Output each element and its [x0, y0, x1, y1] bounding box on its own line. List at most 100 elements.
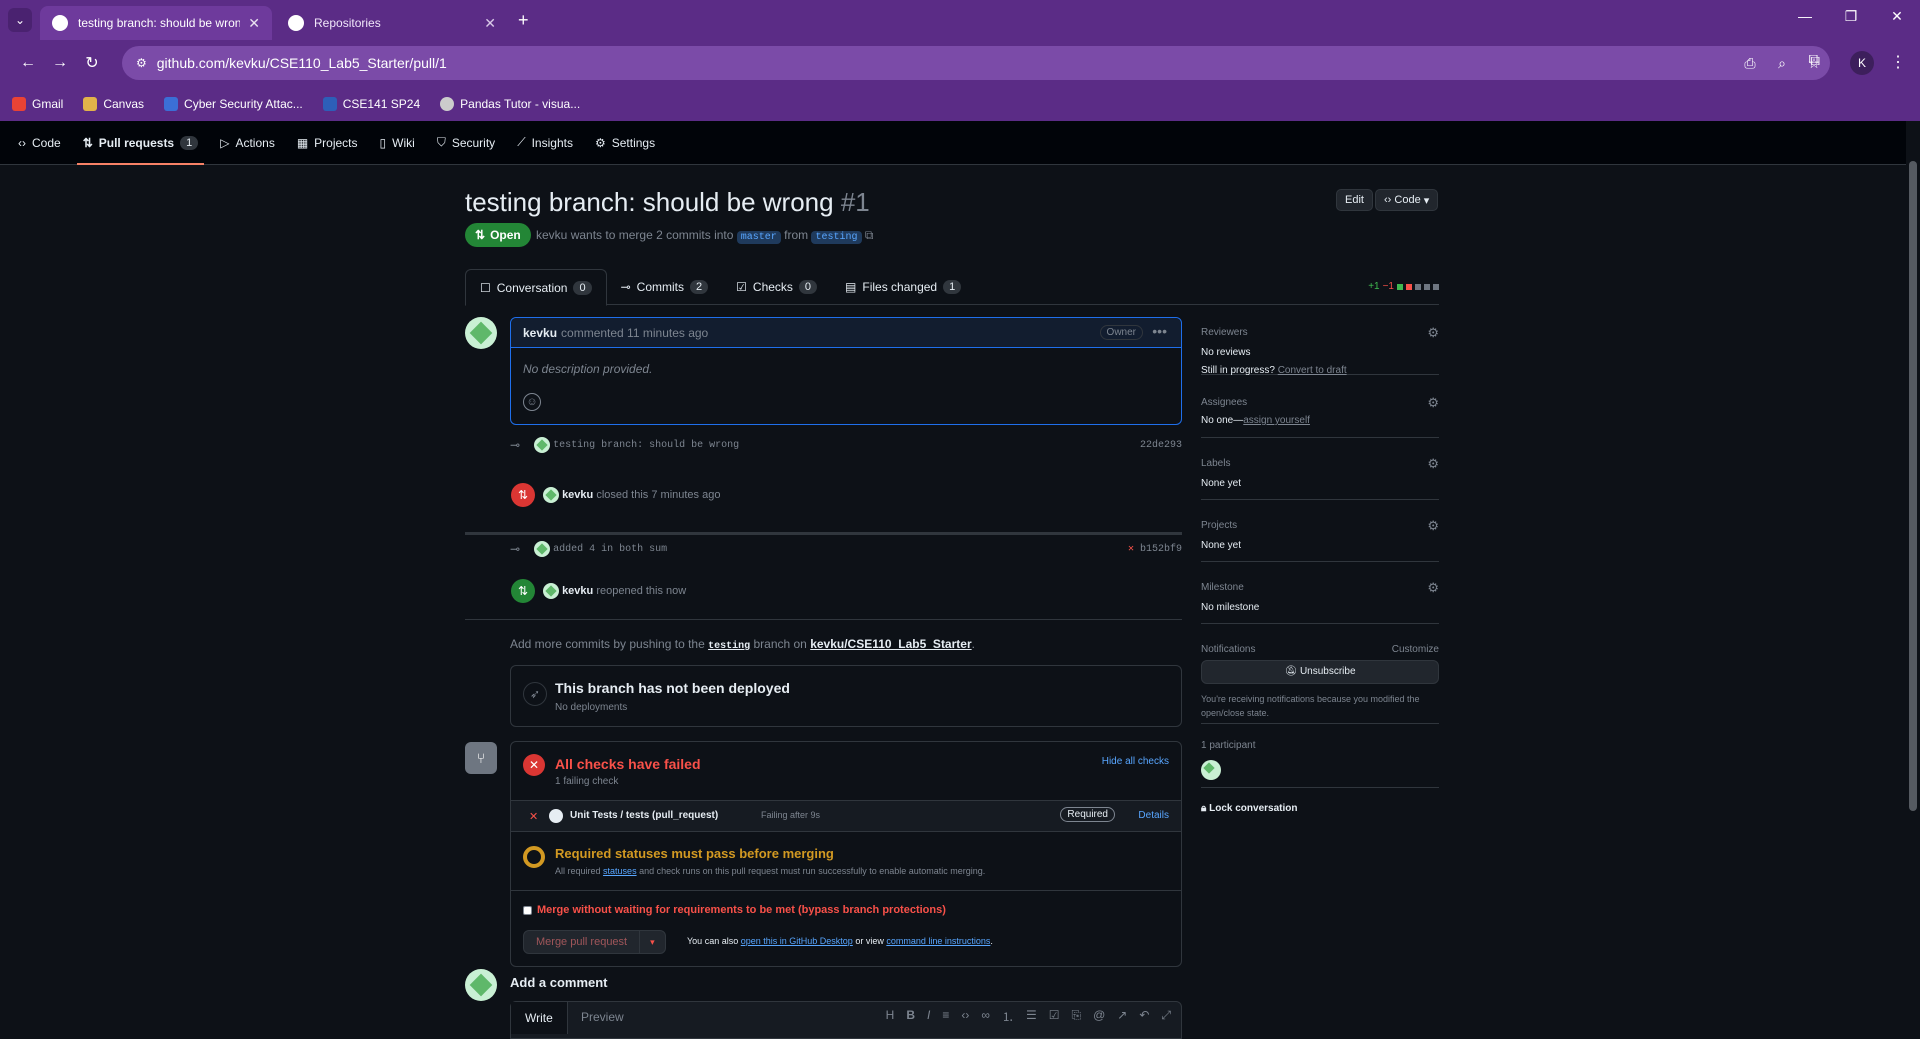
reload-button[interactable]: ↻ [76, 53, 108, 73]
numbered-list-icon[interactable]: ⒈ [1002, 1008, 1014, 1025]
repo-nav-code[interactable]: ‹› Code [18, 121, 61, 165]
x-icon[interactable]: ✕ [1128, 544, 1134, 555]
bookmark-cyber-security[interactable]: Cyber Security Attac... [164, 96, 303, 111]
kebab-icon[interactable]: ••• [1152, 323, 1167, 339]
hint-repo-link[interactable]: kevku/CSE110_Lab5_Starter [810, 637, 971, 651]
sidebar-title[interactable]: Assignees [1201, 397, 1247, 408]
scrollbar-thumb[interactable] [1909, 161, 1917, 811]
customize-link[interactable]: Customize [1392, 644, 1439, 655]
bypass-label[interactable]: Merge without waiting for requirements t… [537, 904, 946, 916]
bookmark-canvas[interactable]: Canvas [83, 96, 144, 111]
address-bar[interactable]: ⚙ github.com/kevku/CSE110_Lab5_Starter/p… [122, 46, 1830, 80]
details-link[interactable]: Details [1138, 810, 1169, 821]
command-line-link[interactable]: command line instructions [886, 936, 990, 946]
browser-tab[interactable]: Repositories ✕ [276, 6, 508, 40]
avatar[interactable] [465, 317, 497, 349]
lock-conversation-button[interactable]: 🔒︎ Lock conversation [1201, 803, 1297, 814]
close-window-button[interactable]: ✕ [1874, 8, 1920, 25]
mention-icon[interactable]: @ [1093, 1008, 1105, 1025]
attach-icon[interactable]: ⎘ [1071, 1008, 1081, 1025]
avatar[interactable] [1201, 760, 1221, 780]
bookmark-cse141[interactable]: CSE141 SP24 [322, 96, 420, 111]
fullscreen-icon[interactable]: ⤢ [1161, 1008, 1171, 1025]
hint-branch[interactable]: testing [708, 641, 750, 652]
site-info-icon[interactable]: ⚙ [136, 56, 147, 70]
comment-author[interactable]: kevku [523, 326, 557, 340]
unsubscribe-button[interactable]: 🔕︎ Unsubscribe [1201, 660, 1439, 684]
browser-tab-active[interactable]: testing branch: should be wrong ✕ [40, 6, 272, 40]
sidebar-title[interactable]: Projects [1201, 520, 1237, 531]
commit-sha[interactable]: 22de293 [1140, 440, 1182, 451]
avatar[interactable] [543, 487, 559, 503]
cross-reference-icon[interactable]: ↗ [1117, 1008, 1127, 1025]
repo-nav-wiki[interactable]: ▯ Wiki [380, 121, 415, 165]
browser-menu-icon[interactable]: ⋮ [1890, 52, 1906, 72]
commit-message[interactable]: testing branch: should be wrong [553, 440, 739, 451]
statuses-link[interactable]: statuses [603, 866, 637, 876]
assign-yourself-link[interactable]: assign yourself [1243, 415, 1310, 426]
heading-icon[interactable]: H [886, 1008, 895, 1025]
avatar[interactable] [465, 969, 497, 1001]
close-icon[interactable]: ✕ [248, 15, 260, 32]
task-list-icon[interactable]: ☑ [1049, 1008, 1060, 1025]
repo-nav-insights[interactable]: ⟋ Insights [517, 121, 573, 165]
bookmark-pandas-tutor[interactable]: Pandas Tutor - visua... [440, 96, 580, 111]
new-tab-button[interactable]: + [518, 10, 529, 31]
hide-checks-button[interactable]: Hide all checks [1102, 756, 1169, 767]
close-icon[interactable]: ✕ [484, 15, 496, 32]
code-button[interactable]: ‹› Code ▾ [1375, 189, 1439, 211]
head-branch[interactable]: testing [811, 231, 862, 244]
smiley-icon[interactable]: ☺ [523, 393, 541, 411]
gear-icon[interactable]: ⚙ [1427, 395, 1439, 411]
tab-conversation[interactable]: ☐ Conversation 0 [465, 269, 607, 306]
gear-icon[interactable]: ⚙ [1427, 456, 1439, 472]
profile-avatar[interactable]: K [1850, 51, 1874, 75]
gear-icon[interactable]: ⚙ [1427, 325, 1439, 341]
gear-icon[interactable]: ⚙ [1427, 580, 1439, 596]
repo-nav-projects[interactable]: ▦ Projects [297, 121, 358, 165]
repo-nav-pull-requests[interactable]: ⇅ Pull requests 1 [76, 121, 204, 165]
bypass-checkbox[interactable] [523, 905, 532, 915]
avatar[interactable] [543, 583, 559, 599]
sidebar-title[interactable]: Labels [1201, 458, 1230, 469]
caret-down-icon[interactable]: ▾ [640, 937, 665, 948]
gear-icon[interactable]: ⚙ [1427, 518, 1439, 534]
tab-files-changed[interactable]: ▤ Files changed 1 [831, 269, 975, 305]
event-author[interactable]: kevku [562, 489, 593, 501]
github-desktop-link[interactable]: open this in GitHub Desktop [741, 936, 853, 946]
commit-message[interactable]: added 4 in both sum [553, 544, 667, 555]
bullet-list-icon[interactable]: ☰ [1026, 1008, 1037, 1025]
italic-icon[interactable]: I [927, 1008, 930, 1025]
reply-icon[interactable]: ↶ [1139, 1008, 1149, 1025]
install-icon[interactable]: ⎙ [1734, 55, 1766, 72]
zoom-icon[interactable]: ⌕ [1766, 55, 1798, 72]
bookmark-gmail[interactable]: Gmail [12, 96, 63, 111]
tab-checks[interactable]: ☑ Checks 0 [722, 269, 831, 305]
tab-search-button[interactable]: ⌄ [8, 8, 32, 32]
extensions-icon[interactable]: ⧉ [1809, 52, 1820, 70]
copy-icon[interactable]: ⧉ [865, 228, 874, 242]
tab-commits[interactable]: ⊸ Commits 2 [607, 269, 723, 305]
repo-nav-settings[interactable]: ⚙ Settings [595, 121, 655, 165]
code-icon[interactable]: ‹› [961, 1008, 969, 1025]
repo-nav-actions[interactable]: ▷ Actions [220, 121, 275, 165]
page-scrollbar[interactable] [1906, 121, 1920, 1039]
comment-timestamp[interactable]: commented 11 minutes ago [561, 326, 708, 340]
commit-sha[interactable]: b152bf9 [1140, 544, 1182, 555]
link-icon[interactable]: ∞ [981, 1008, 990, 1025]
sidebar-title[interactable]: Milestone [1201, 582, 1244, 593]
tab-preview[interactable]: Preview [567, 1002, 638, 1032]
avatar[interactable] [534, 541, 550, 557]
sidebar-title[interactable]: Reviewers [1201, 327, 1248, 338]
base-branch[interactable]: master [736, 231, 781, 244]
tab-write[interactable]: Write [511, 1002, 568, 1034]
minimize-button[interactable]: — [1782, 8, 1828, 25]
repo-nav-security[interactable]: ⛉ Security [437, 121, 495, 165]
back-button[interactable]: ← [12, 54, 44, 72]
merge-pull-request-button[interactable]: Merge pull request [524, 931, 641, 953]
author-link[interactable]: kevku [536, 228, 567, 242]
avatar[interactable] [534, 437, 550, 453]
forward-button[interactable]: → [44, 54, 76, 72]
quote-icon[interactable]: ≡ [942, 1008, 949, 1025]
event-author[interactable]: kevku [562, 585, 593, 597]
